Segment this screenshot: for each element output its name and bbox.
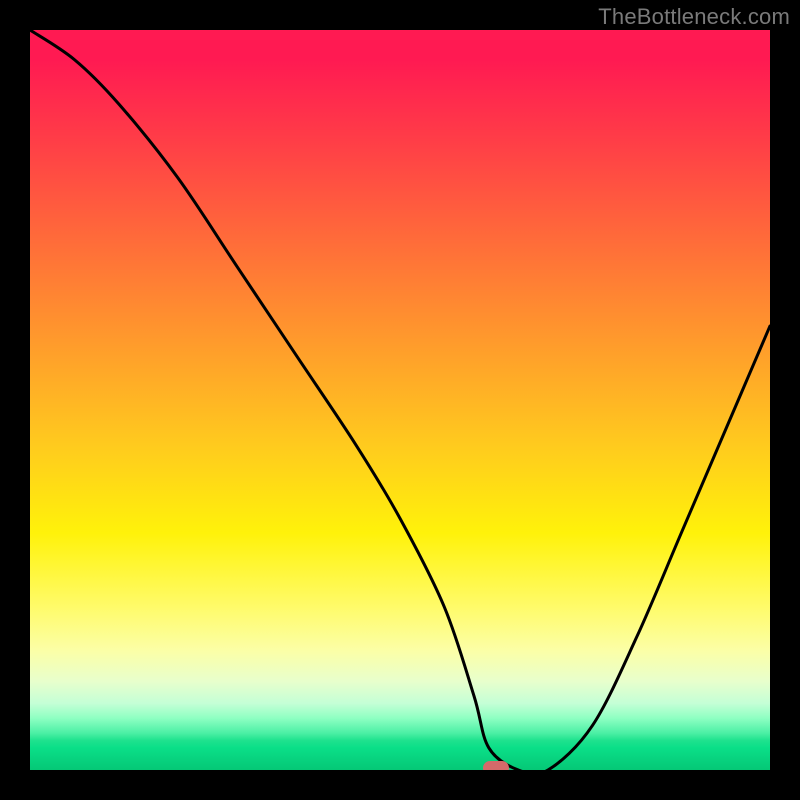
chart-frame: TheBottleneck.com [0,0,800,800]
optimum-marker [483,761,509,770]
watermark-text: TheBottleneck.com [598,4,790,30]
bottleneck-curve [30,30,770,770]
plot-area [30,30,770,770]
